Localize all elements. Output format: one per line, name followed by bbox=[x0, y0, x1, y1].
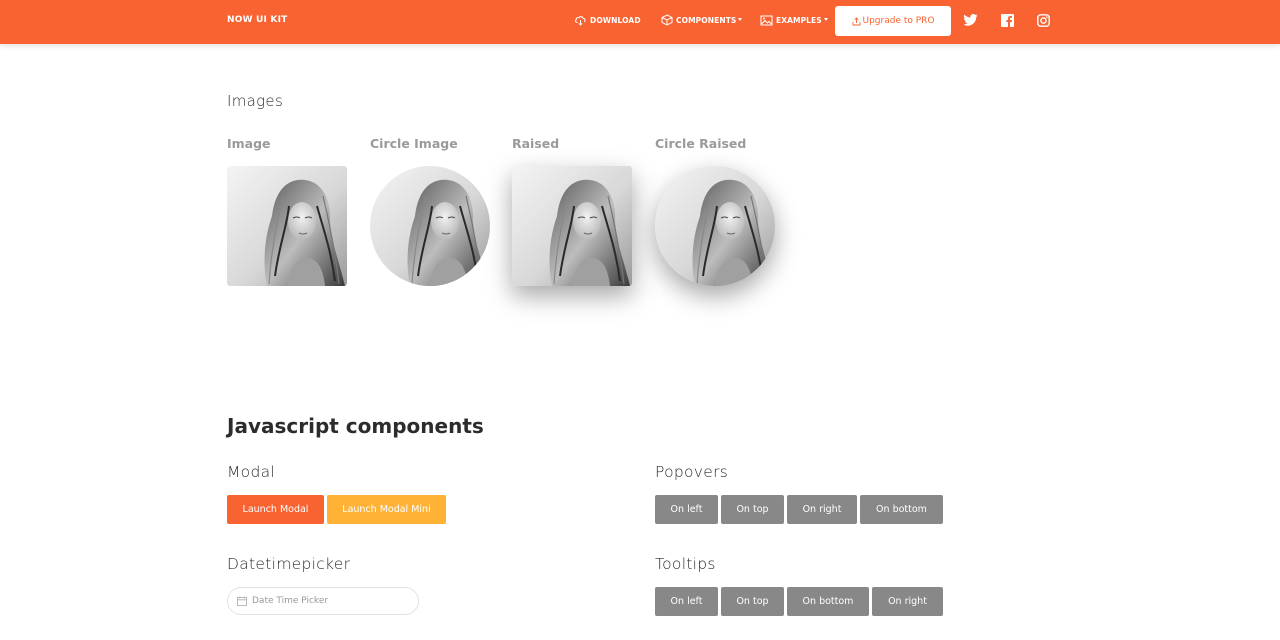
images-section-title: Images bbox=[227, 92, 284, 110]
instagram-icon bbox=[1036, 13, 1050, 27]
upload-icon bbox=[852, 16, 860, 25]
image-raised bbox=[512, 166, 632, 286]
popover-right-button[interactable]: On right bbox=[787, 495, 857, 524]
calendar-icon bbox=[237, 596, 247, 606]
circle-raised-label: Circle Raised bbox=[655, 136, 747, 151]
popovers-title: Popovers bbox=[655, 463, 729, 481]
image-circle bbox=[370, 166, 490, 286]
chevron-down-icon bbox=[738, 17, 743, 21]
facebook-link[interactable] bbox=[999, 12, 1015, 28]
instagram-link[interactable] bbox=[1035, 12, 1051, 28]
nav-components-dropdown[interactable]: COMPONENTS bbox=[661, 13, 743, 27]
chevron-down-icon bbox=[823, 17, 828, 21]
launch-modal-mini-button[interactable]: Launch Modal Mini bbox=[327, 495, 446, 524]
twitter-icon bbox=[962, 14, 978, 26]
nav-examples-dropdown[interactable]: EXAMPLES bbox=[760, 13, 828, 27]
datetime-picker-input[interactable]: Date Time Picker bbox=[227, 587, 419, 615]
upgrade-label: Upgrade to PRO bbox=[862, 16, 935, 26]
popover-left-button[interactable]: On left bbox=[655, 495, 718, 524]
launch-modal-button[interactable]: Launch Modal bbox=[227, 495, 324, 524]
popover-bottom-button[interactable]: On bottom bbox=[860, 495, 943, 524]
popover-top-button[interactable]: On top bbox=[721, 495, 784, 524]
raised-label: Raised bbox=[512, 136, 560, 151]
datetimepicker-title: Datetimepicker bbox=[227, 555, 351, 573]
tooltip-left-button[interactable]: On left bbox=[655, 587, 718, 616]
nav-components-label: COMPONENTS bbox=[676, 15, 737, 25]
circle-image-label: Circle Image bbox=[370, 136, 458, 151]
brand-link[interactable]: NOW UI KIT bbox=[227, 15, 288, 25]
nav-download-label: DOWNLOAD bbox=[590, 15, 641, 25]
image-icon bbox=[760, 15, 773, 25]
navbar: NOW UI KIT DOWNLOAD COMPONENTS EXAMPLES … bbox=[0, 0, 1280, 44]
upgrade-to-pro-button[interactable]: Upgrade to PRO bbox=[835, 6, 951, 36]
box-icon bbox=[661, 14, 673, 26]
nav-download-link[interactable]: DOWNLOAD bbox=[574, 13, 641, 27]
image-rounded bbox=[227, 166, 347, 286]
twitter-link[interactable] bbox=[962, 12, 978, 28]
facebook-icon bbox=[1000, 13, 1014, 27]
image-circle-raised bbox=[655, 166, 775, 286]
nav-examples-label: EXAMPLES bbox=[776, 15, 822, 25]
tooltips-title: Tooltips bbox=[655, 555, 716, 573]
cloud-download-icon bbox=[575, 15, 586, 26]
tooltip-bottom-button[interactable]: On bottom bbox=[787, 587, 869, 616]
image-label: Image bbox=[227, 136, 271, 151]
datetime-picker-placeholder: Date Time Picker bbox=[252, 596, 329, 606]
tooltip-top-button[interactable]: On top bbox=[721, 587, 784, 616]
modal-title: Modal bbox=[227, 463, 275, 481]
tooltip-right-button[interactable]: On right bbox=[872, 587, 943, 616]
javascript-components-title: Javascript components bbox=[227, 414, 484, 438]
